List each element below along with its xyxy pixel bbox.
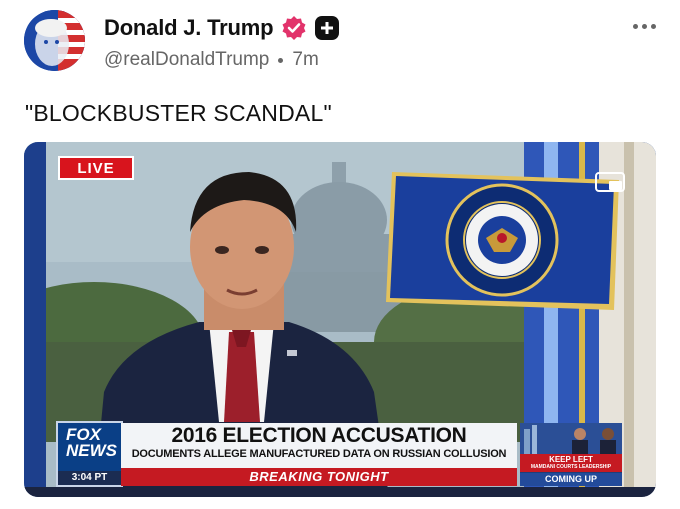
breaking-label: BREAKING TONIGHT [249,469,389,484]
coming-up-thumbnail [520,423,622,454]
post-text: "BLOCKBUSTER SCANDAL" [25,100,332,126]
fox-news-logo: FOX NEWS 3:04 PT [56,421,123,487]
chyron-subheadline: DOCUMENTS ALLEGE MANUFACTURED DATA ON RU… [131,448,507,460]
author-row: Donald J. Trump [104,15,340,41]
breaking-banner: BREAKING TONIGHT [121,468,517,486]
more-dots-icon[interactable] [633,24,656,29]
post-meta: @realDonaldTrump 7m [104,49,319,71]
coming-up-subtitle: MAMDANI COURTS LEADERSHIP [520,464,622,472]
verified-badge-icon [282,16,306,40]
coming-up-panel: KEEP LEFT MAMDANI COURTS LEADERSHIP COMI… [520,423,622,486]
live-badge: LIVE [58,156,134,180]
coming-up-label: COMING UP [520,473,622,486]
plus-badge-icon [315,16,340,40]
author-name[interactable]: Donald J. Trump [104,15,274,41]
broadcast-clock: 3:04 PT [58,471,121,485]
avatar[interactable] [24,10,85,71]
separator-dot [278,57,284,63]
chyron-headline: 2016 ELECTION ACCUSATION [171,424,467,447]
author-handle[interactable]: @realDonaldTrump [104,49,269,71]
chyron: 2016 ELECTION ACCUSATION DOCUMENTS ALLEG… [121,423,517,469]
video-player[interactable]: LIVE FOX NEWS 3:04 PT 2016 ELECTION ACCU… [24,142,656,497]
expand-icon[interactable] [595,172,625,192]
fox-news-wordmark: FOX NEWS [66,425,117,460]
post-timestamp[interactable]: 7m [292,49,318,71]
